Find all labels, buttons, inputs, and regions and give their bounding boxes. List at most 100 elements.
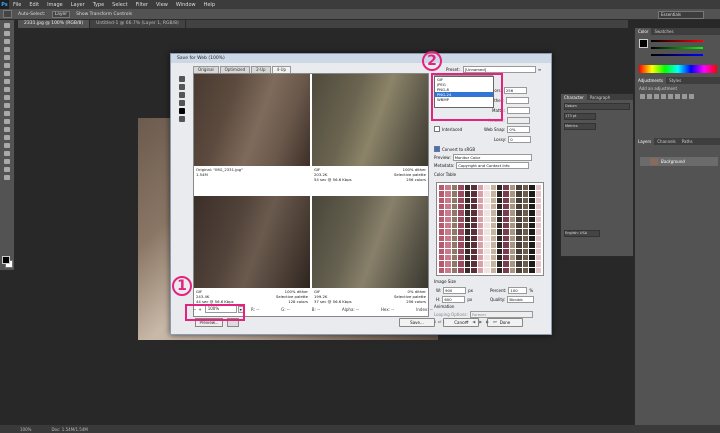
zoom-tool-icon[interactable] <box>4 175 10 180</box>
color-table-swatch[interactable] <box>503 204 509 210</box>
menu-layer[interactable]: Layer <box>67 2 89 8</box>
menu-type[interactable]: Type <box>89 2 108 8</box>
color-table-swatch[interactable] <box>439 191 445 197</box>
quick-select-tool-icon[interactable] <box>4 47 10 52</box>
color-table-swatch[interactable] <box>439 216 445 223</box>
color-table-swatch[interactable] <box>451 229 458 235</box>
toggle-slices-icon[interactable] <box>179 116 185 122</box>
color-table-swatch[interactable] <box>522 254 529 261</box>
percent-field[interactable]: 100 <box>508 287 528 294</box>
metadata-select[interactable]: Copyright and Contact Info <box>456 162 530 169</box>
color-table-swatch[interactable] <box>522 210 529 216</box>
tab-character[interactable]: Character <box>561 94 587 100</box>
color-table-swatch[interactable] <box>503 235 509 242</box>
color-table-swatch[interactable] <box>509 197 516 204</box>
hand-tool-icon[interactable] <box>4 167 10 172</box>
color-table-swatch[interactable] <box>451 235 458 242</box>
color-table-swatch[interactable] <box>516 229 522 235</box>
color-table-swatch[interactable] <box>477 261 484 267</box>
color-table-swatch[interactable] <box>471 229 477 235</box>
color-table-swatch[interactable] <box>477 235 484 242</box>
hand-tool-icon[interactable] <box>179 76 185 82</box>
color-table-swatch[interactable] <box>439 254 445 261</box>
color-table-swatch[interactable] <box>477 185 484 191</box>
color-table-swatch[interactable] <box>458 204 464 210</box>
color-table-swatch[interactable] <box>445 235 451 242</box>
tab-layers[interactable]: Layers <box>635 138 655 145</box>
eyedropper-tool-icon[interactable] <box>4 63 10 68</box>
preview-mode-select[interactable]: Monitor Color <box>452 154 532 161</box>
play-icon[interactable]: ▶ <box>479 319 482 324</box>
color-table-swatch[interactable] <box>529 267 535 273</box>
save-button[interactable]: Save... <box>399 318 435 327</box>
color-table-swatch[interactable] <box>458 261 464 267</box>
move-tool-icon[interactable] <box>4 23 10 28</box>
menu-filter[interactable]: Filter <box>132 2 152 8</box>
color-table-swatch[interactable] <box>509 204 516 210</box>
color-table-swatch[interactable] <box>464 242 471 248</box>
color-table-swatch[interactable] <box>439 261 445 267</box>
color-table-swatch[interactable] <box>509 248 516 254</box>
color-table-swatch[interactable] <box>471 267 477 273</box>
color-table-swatch[interactable] <box>509 223 516 229</box>
color-table-swatch[interactable] <box>509 229 516 235</box>
color-table-swatch[interactable] <box>522 261 529 267</box>
dodge-tool-icon[interactable] <box>4 127 10 132</box>
color-table-swatch[interactable] <box>516 185 522 191</box>
color-table-swatch[interactable] <box>490 229 496 235</box>
tab-paths[interactable]: Paths <box>679 138 696 145</box>
color-table-swatch[interactable] <box>471 248 477 254</box>
color-table-swatch[interactable] <box>509 216 516 223</box>
color-table-swatch[interactable] <box>522 248 529 254</box>
color-table-swatch[interactable] <box>484 254 490 261</box>
color-table-swatch[interactable] <box>496 261 503 267</box>
color-table-swatch[interactable] <box>464 254 471 261</box>
color-table-swatch[interactable] <box>516 210 522 216</box>
color-table-swatch[interactable] <box>490 204 496 210</box>
menu-edit[interactable]: Edit <box>25 2 43 8</box>
color-table-swatch[interactable] <box>484 242 490 248</box>
color-table-swatch[interactable] <box>477 223 484 229</box>
blur-tool-icon[interactable] <box>4 119 10 124</box>
menu-file[interactable]: File <box>9 2 25 8</box>
marquee-tool-icon[interactable] <box>4 31 10 36</box>
color-table-swatch[interactable] <box>522 197 529 204</box>
color-table-swatch[interactable] <box>529 210 535 216</box>
color-table-swatch[interactable] <box>471 204 477 210</box>
color-table-swatch[interactable] <box>503 248 509 254</box>
eyedropper-tool-icon[interactable] <box>179 100 185 106</box>
exposure-icon[interactable] <box>661 94 666 99</box>
stamp-tool-icon[interactable] <box>4 87 10 92</box>
color-table-swatch[interactable] <box>451 204 458 210</box>
color-table-swatch[interactable] <box>439 223 445 229</box>
color-table-swatch[interactable] <box>471 197 477 204</box>
color-table-swatch[interactable] <box>471 216 477 223</box>
color-table-swatch[interactable] <box>445 254 451 261</box>
doc-tab-1[interactable]: 2331.jpg @ 100% (RGB/8) <box>18 20 91 28</box>
color-table-swatch[interactable] <box>529 242 535 248</box>
color-table-swatch[interactable] <box>445 267 451 273</box>
color-table-swatch[interactable] <box>484 235 490 242</box>
color-table-swatch[interactable] <box>535 210 541 216</box>
color-table-swatch[interactable] <box>464 204 471 210</box>
color-table-swatch[interactable] <box>458 242 464 248</box>
color-table-swatch[interactable] <box>535 197 541 204</box>
color-table-swatch[interactable] <box>529 204 535 210</box>
color-table-swatch[interactable] <box>484 204 490 210</box>
color-table-swatch[interactable] <box>490 191 496 197</box>
color-table-swatch[interactable] <box>522 191 529 197</box>
doc-tab-2[interactable]: Untitled-1 @ 66.7% (Layer 1, RGB/8) <box>90 20 186 28</box>
color-table-swatch[interactable] <box>464 210 471 216</box>
color-table-swatch[interactable] <box>516 204 522 210</box>
color-table-swatch[interactable] <box>516 223 522 229</box>
font-size-field[interactable]: 173 pt <box>564 113 596 120</box>
color-table-swatch[interactable] <box>439 210 445 216</box>
menu-help[interactable]: Help <box>200 2 219 8</box>
color-table-swatch[interactable] <box>439 229 445 235</box>
preset-select[interactable]: [Unnamed] <box>462 66 536 73</box>
color-table-swatch[interactable] <box>484 191 490 197</box>
color-table-swatch[interactable] <box>471 223 477 229</box>
tab-channels[interactable]: Channels <box>654 138 679 145</box>
color-table-swatch[interactable] <box>490 242 496 248</box>
menu-window[interactable]: Window <box>172 2 200 8</box>
